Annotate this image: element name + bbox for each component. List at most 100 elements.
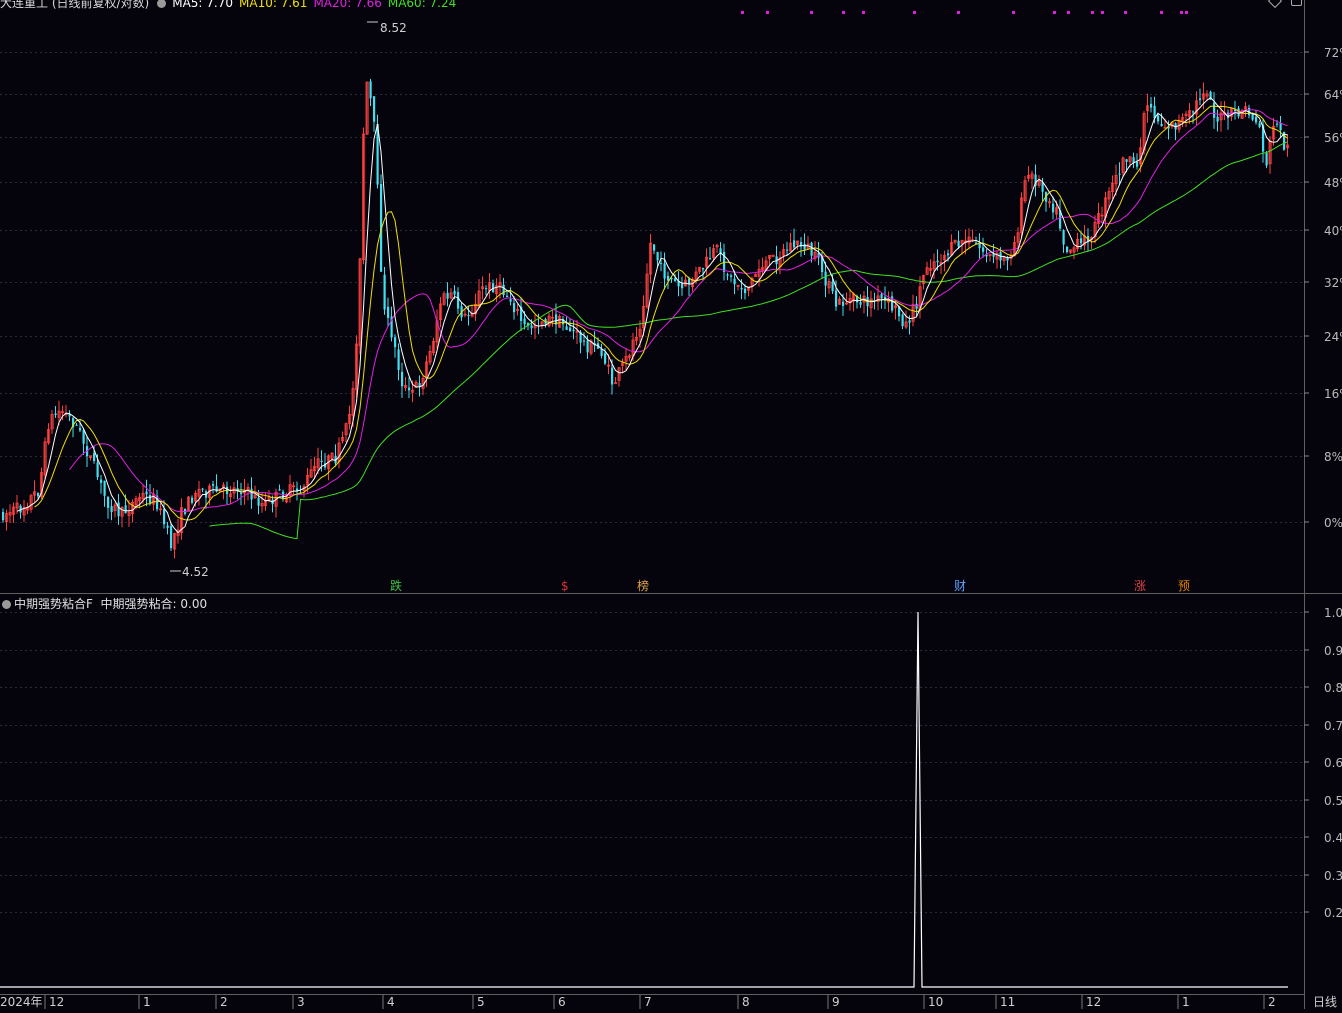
event-marker[interactable]: 预: [1178, 579, 1190, 593]
candle-body: [103, 480, 106, 496]
candle-body: [75, 424, 78, 426]
candle-body: [1258, 123, 1261, 127]
settings-icon[interactable]: [157, 0, 167, 8]
chart-canvas[interactable]: 72% 64% 56% 48% 40% 32% 24% 16% 8% 0% 1.0 0.9 0.8 0.…: [0, 0, 1342, 1009]
time-axis-label: 2: [220, 995, 228, 1009]
candle-body: [908, 320, 911, 323]
event-marker[interactable]: 财: [954, 579, 966, 593]
indicator-axis-label: 0.2: [1324, 906, 1342, 920]
pct-axis-label: 48%: [1324, 176, 1342, 190]
candle-body: [124, 505, 127, 514]
stock-title[interactable]: 大连重工 (日线前复权/对数): [0, 0, 149, 10]
candle-body: [215, 486, 218, 492]
candle-body: [656, 252, 659, 261]
candle-body: [212, 484, 215, 486]
candle-body: [163, 509, 166, 525]
candle-body: [166, 525, 169, 528]
ma5-value: MA5: 7.70: [172, 0, 234, 10]
time-axis-label: 4: [387, 995, 395, 1009]
candle-body: [418, 382, 421, 387]
candle-body: [1157, 115, 1160, 122]
candle-body: [278, 489, 281, 491]
lock-icon[interactable]: [1291, 0, 1302, 6]
pct-axis-label: 32%: [1324, 276, 1342, 290]
indicator-axis-label: 1.0: [1324, 606, 1342, 620]
candle-body: [170, 526, 173, 549]
candle-body: [1118, 173, 1121, 175]
stock-chart-window[interactable]: 72% 64% 56% 48% 40% 32% 24% 16% 8% 0% 1.0 0.9 0.8 0.…: [0, 0, 1342, 1009]
candle-body: [947, 253, 950, 256]
candle-body: [569, 327, 572, 331]
candle-body: [320, 460, 323, 463]
candle-body: [401, 371, 404, 387]
candle-body: [373, 96, 376, 122]
ma20-value: MA20: 7.66: [313, 0, 382, 10]
candle-body: [681, 283, 684, 289]
candle-body: [506, 295, 509, 297]
candle-body: [1062, 230, 1065, 245]
candle-body: [674, 278, 677, 282]
candle-body: [583, 340, 586, 342]
indicator-name[interactable]: 中期强势粘合F: [14, 597, 93, 611]
candle-body: [37, 493, 40, 497]
candle-body: [453, 290, 456, 295]
time-axis-label: 10: [928, 995, 943, 1009]
candle-body: [149, 494, 152, 504]
time-axis-label: 9: [832, 995, 840, 1009]
candle-body: [1136, 161, 1139, 167]
indicator-value: 中期强势粘合: 0.00: [100, 597, 208, 611]
high-price-label: 8.52: [380, 21, 407, 35]
candle-body: [110, 506, 113, 513]
event-marker[interactable]: $: [561, 579, 569, 593]
pct-axis-label: 8%: [1324, 450, 1342, 464]
candle-body: [446, 292, 449, 299]
candle-body: [660, 262, 663, 264]
indicator-settings-icon[interactable]: [2, 600, 11, 609]
candle-body: [653, 244, 656, 251]
pct-axis-label: 72%: [1324, 46, 1342, 60]
candle-body: [513, 303, 516, 313]
candle-body: [117, 502, 120, 517]
candle-body: [915, 303, 918, 309]
time-axis-label: 8: [742, 995, 750, 1009]
candle-body: [1265, 153, 1268, 166]
candle-body: [1199, 98, 1202, 101]
candle-body: [257, 497, 260, 506]
candle-body: [586, 340, 589, 353]
candle-body: [408, 387, 411, 391]
candle-body: [502, 284, 505, 296]
indicator-axis-label: 0.5: [1324, 794, 1342, 808]
event-marker[interactable]: 榜: [637, 578, 649, 593]
candle-body: [387, 306, 390, 318]
indicator-axis-label: 0.9: [1324, 644, 1342, 658]
candle-body: [1279, 123, 1282, 131]
event-marker[interactable]: 跌: [390, 578, 402, 593]
candle-body: [100, 479, 103, 483]
candle-body: [1213, 102, 1216, 118]
candle-body: [1216, 116, 1219, 122]
pct-axis-label: 0%: [1324, 516, 1342, 530]
candle-body: [709, 258, 712, 260]
candle-body: [663, 263, 666, 279]
indicator-axis-label: 0.8: [1324, 681, 1342, 695]
time-axis-label: 1: [1182, 995, 1190, 1009]
indicator-axis-label: 0.3: [1324, 869, 1342, 883]
period-label[interactable]: 日线: [1313, 995, 1337, 1009]
candle-body: [93, 453, 96, 462]
candle-body: [810, 242, 813, 256]
candle-body: [1237, 108, 1240, 117]
candle-body: [145, 491, 148, 495]
time-axis-label: 5: [477, 995, 485, 1009]
time-axis-label: 12: [49, 995, 64, 1009]
candle-body: [240, 493, 243, 495]
candle-body: [740, 287, 743, 290]
pct-axis-label: 64%: [1324, 88, 1342, 102]
candle-body: [572, 329, 575, 332]
candle-body: [744, 288, 747, 294]
candle-body: [702, 267, 705, 270]
candle-body: [901, 314, 904, 327]
event-marker[interactable]: 涨: [1134, 578, 1146, 593]
pct-axis-label: 16%: [1324, 387, 1342, 401]
time-axis-label: 7: [644, 995, 652, 1009]
candle-body: [936, 260, 939, 263]
